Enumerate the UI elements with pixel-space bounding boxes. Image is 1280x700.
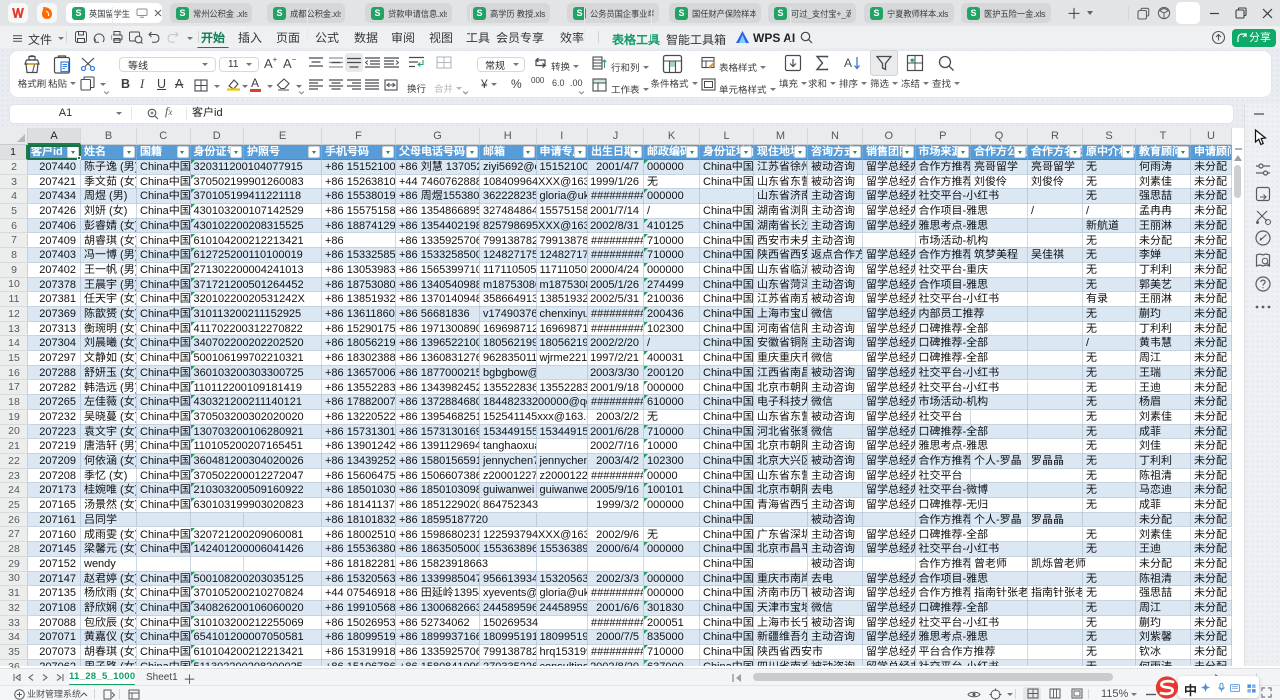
svg-text:A: A: [844, 56, 852, 70]
